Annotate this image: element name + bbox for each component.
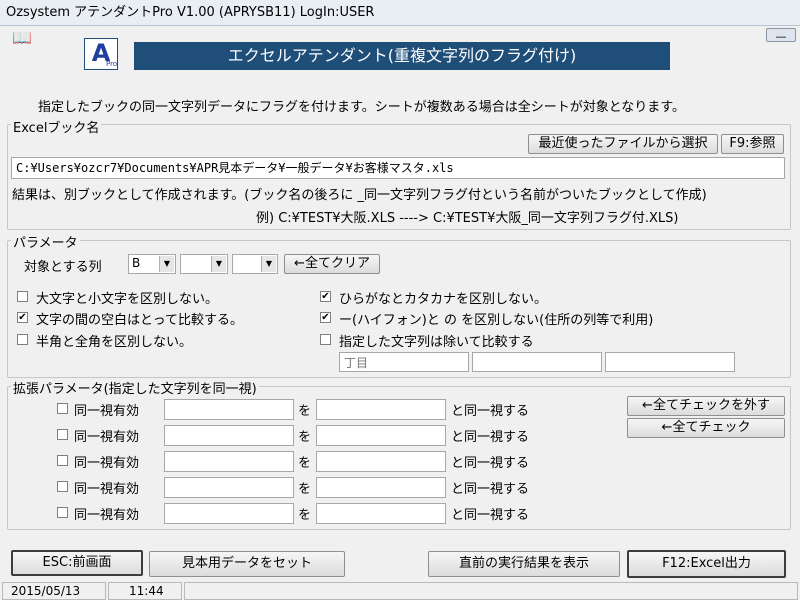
chevron-down-icon: ▼ [211, 256, 226, 272]
ext-row-1-checkbox[interactable] [57, 403, 68, 414]
option-1-label: 大文字と小文字を区別しない。 [36, 292, 219, 307]
option-4-label: ひらがなとカタカナを区別しない。 [339, 292, 548, 307]
ext-row-3-to-input[interactable] [316, 451, 446, 472]
result-note: 結果は、別ブックとして作成されます。(ブック名の後ろに _同一文字列フラグ付とい… [12, 188, 707, 203]
exclude-string-3-input[interactable] [605, 352, 735, 372]
clear-all-button[interactable]: ←全てクリア [284, 254, 380, 274]
result-example: 例) C:¥TEST¥大阪.XLS ----> C:¥TEST¥大阪_同一文字列… [256, 211, 679, 226]
ext-row-2-from-input[interactable] [164, 425, 294, 446]
ext-row-3-checkbox[interactable] [57, 455, 68, 466]
book-icon[interactable]: 📖 [12, 30, 34, 46]
ext-row-2-enable-label: 同一視有効 [74, 430, 140, 445]
ext-row-2-to-input[interactable] [316, 425, 446, 446]
ext-row-1-to-input[interactable] [316, 399, 446, 420]
target-col-1-select[interactable]: B ▼ [128, 254, 176, 274]
target-col-label: 対象とする列 [24, 260, 102, 275]
book-path-input[interactable]: C:¥Users¥ozcr7¥Documents¥APR見本データ¥一般データ¥… [11, 157, 785, 179]
description: 指定したブックの同一文字列データにフラグを付けます。シートが複数ある場合は全シー… [38, 100, 686, 115]
ext-params-group-label: 拡張パラメータ(指定した文字列を同一視) [11, 378, 259, 397]
ext-row-4-from-input[interactable] [164, 477, 294, 498]
target-col-3-select[interactable]: ▼ [232, 254, 278, 274]
ext-row-2-wo-label: を [298, 430, 312, 445]
esc-back-button[interactable]: ESC:前画面 [11, 550, 143, 576]
ext-row-1-enable-label: 同一視有効 [74, 404, 140, 419]
uncheck-all-button[interactable]: ←全てチェックを外す [627, 396, 785, 416]
ext-row-5-suffix-label: と同一視する [451, 508, 530, 523]
page-title: エクセルアテンダント(重複文字列のフラグ付け) [134, 42, 670, 70]
ext-row-4-checkbox[interactable] [57, 481, 68, 492]
exclude-string-2-input[interactable] [472, 352, 602, 372]
option-1-checkbox[interactable] [17, 291, 28, 302]
ext-row-4-wo-label: を [298, 482, 312, 497]
option-3-label: 半角と全角を区別しない。 [36, 335, 193, 350]
chevron-down-icon: ▼ [159, 256, 174, 272]
ext-row-1-wo-label: を [298, 404, 312, 419]
ext-row-4-suffix-label: と同一視する [451, 482, 530, 497]
ext-row-5-wo-label: を [298, 508, 312, 523]
check-all-button[interactable]: ←全てチェック [627, 418, 785, 438]
status-date: 2015/05/13 [2, 582, 106, 600]
ext-row-5-from-input[interactable] [164, 503, 294, 524]
exclude-string-1-input[interactable]: 丁目 [339, 352, 469, 372]
ext-row-2-checkbox[interactable] [57, 429, 68, 440]
ext-row-5-to-input[interactable] [316, 503, 446, 524]
option-3-checkbox[interactable] [17, 334, 28, 345]
excel-output-button[interactable]: F12:Excel出力 [627, 550, 786, 578]
option-4-checkbox[interactable]: ✔ [320, 291, 331, 302]
ext-row-4-to-input[interactable] [316, 477, 446, 498]
option-2-label: 文字の間の空白はとって比較する。 [36, 313, 243, 328]
target-col-2-select[interactable]: ▼ [180, 254, 228, 274]
status-time: 11:44 [108, 582, 182, 600]
excel-book-group-label: Excelブック名 [11, 117, 102, 136]
status-area [184, 582, 798, 600]
ext-row-1-from-input[interactable] [164, 399, 294, 420]
ext-row-5-enable-label: 同一視有効 [74, 508, 140, 523]
logo-sub: Pro [106, 60, 118, 68]
option-5-checkbox[interactable]: ✔ [320, 312, 331, 323]
chevron-down-icon: ▼ [261, 256, 276, 272]
option-6-checkbox[interactable] [320, 334, 331, 345]
option-2-checkbox[interactable]: ✔ [17, 312, 28, 323]
option-5-label: ー(ハイフォン)と の を区別しない(住所の列等で利用) [339, 313, 654, 328]
recent-files-button[interactable]: 最近使ったファイルから選択 [528, 134, 718, 154]
params-group-label: パラメータ [11, 232, 80, 251]
show-last-result-button[interactable]: 直前の実行結果を表示 [428, 551, 620, 577]
title-bar: Ozsystem アテンダントPro V1.00 (APRYSB11) LogI… [0, 0, 800, 26]
ext-row-5-checkbox[interactable] [57, 507, 68, 518]
set-sample-data-button[interactable]: 見本用データをセット [149, 551, 345, 577]
ext-row-1-suffix-label: と同一視する [451, 404, 530, 419]
ext-row-3-wo-label: を [298, 456, 312, 471]
ext-row-3-from-input[interactable] [164, 451, 294, 472]
restore-button[interactable]: — [766, 28, 796, 43]
ext-row-3-enable-label: 同一視有効 [74, 456, 140, 471]
option-6-label: 指定した文字列は除いて比較する [339, 335, 534, 350]
ext-row-4-enable-label: 同一視有効 [74, 482, 140, 497]
ext-row-2-suffix-label: と同一視する [451, 430, 530, 445]
window-title: Ozsystem アテンダントPro V1.00 (APRYSB11) LogI… [6, 5, 375, 20]
ext-row-3-suffix-label: と同一視する [451, 456, 530, 471]
browse-button[interactable]: F9:参照 [721, 134, 784, 154]
